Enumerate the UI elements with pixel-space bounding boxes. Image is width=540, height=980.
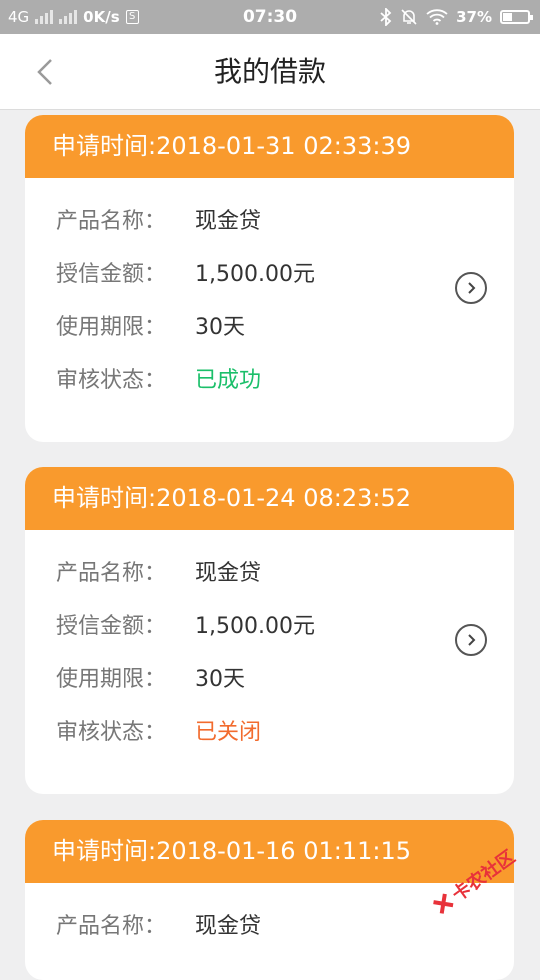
status-row: 审核状态： 已关闭 xyxy=(25,703,514,756)
chevron-right-icon[interactable] xyxy=(455,272,487,304)
mute-bell-icon xyxy=(401,9,417,25)
status-value: 已成功 xyxy=(195,367,262,393)
term-value: 30天 xyxy=(195,666,245,692)
apply-time: 申请时间:2018-01-16 01:11:15 xyxy=(25,820,514,883)
product-value: 现金贷 xyxy=(195,913,262,939)
bluetooth-icon xyxy=(380,8,392,26)
back-icon[interactable] xyxy=(30,56,62,88)
status-label: 审核状态： xyxy=(56,367,167,393)
network-speed: 0K/s xyxy=(83,8,120,26)
battery-percent: 37% xyxy=(456,8,492,26)
status-row: 审核状态： 已成功 xyxy=(25,351,514,404)
product-label: 产品名称： xyxy=(56,913,167,939)
loan-card[interactable]: 申请时间:2018-01-31 02:33:39 产品名称： 现金贷 授信金额：… xyxy=(25,115,514,442)
battery-icon xyxy=(500,10,533,24)
status-bar: 4G 0K/s S 07:30 37% xyxy=(0,0,540,34)
chevron-right-icon[interactable] xyxy=(455,624,487,656)
amount-row: 授信金额： 1,500.00元 xyxy=(25,597,514,650)
amount-row: 授信金额： 1,500.00元 xyxy=(25,245,514,298)
term-label: 使用期限： xyxy=(56,666,167,692)
term-value: 30天 xyxy=(195,314,245,340)
amount-label: 授信金额： xyxy=(56,613,167,639)
term-row: 使用期限： 30天 xyxy=(25,650,514,703)
product-row: 产品名称： 现金贷 xyxy=(25,192,514,245)
apply-time: 申请时间:2018-01-31 02:33:39 xyxy=(25,115,514,178)
apply-time: 申请时间:2018-01-24 08:23:52 xyxy=(25,467,514,530)
product-value: 现金贷 xyxy=(195,208,262,234)
amount-value: 1,500.00元 xyxy=(195,613,315,639)
term-row: 使用期限： 30天 xyxy=(25,298,514,351)
wifi-icon xyxy=(426,9,448,25)
loan-card[interactable]: 申请时间:2018-01-24 08:23:52 产品名称： 现金贷 授信金额：… xyxy=(25,467,514,794)
s-badge-icon: S xyxy=(125,10,139,24)
product-label: 产品名称： xyxy=(56,560,167,586)
product-value: 现金贷 xyxy=(195,560,262,586)
signal-icon xyxy=(35,10,54,24)
loan-details: 产品名称： 现金贷 授信金额： 1,500.00元 使用期限： 30天 审核状态… xyxy=(25,530,514,756)
product-row: 产品名称： 现金贷 xyxy=(25,544,514,597)
network-type: 4G xyxy=(8,8,30,26)
page-title: 我的借款 xyxy=(213,55,326,88)
app-header: 我的借款 xyxy=(0,34,540,110)
amount-label: 授信金额： xyxy=(56,261,167,287)
amount-value: 1,500.00元 xyxy=(195,261,315,287)
product-label: 产品名称： xyxy=(56,208,167,234)
signal-icon-secondary xyxy=(59,10,78,24)
status-value: 已关闭 xyxy=(195,719,262,745)
status-label: 审核状态： xyxy=(56,719,167,745)
term-label: 使用期限： xyxy=(56,314,167,340)
loan-details: 产品名称： 现金贷 授信金额： 1,500.00元 使用期限： 30天 审核状态… xyxy=(25,178,514,404)
